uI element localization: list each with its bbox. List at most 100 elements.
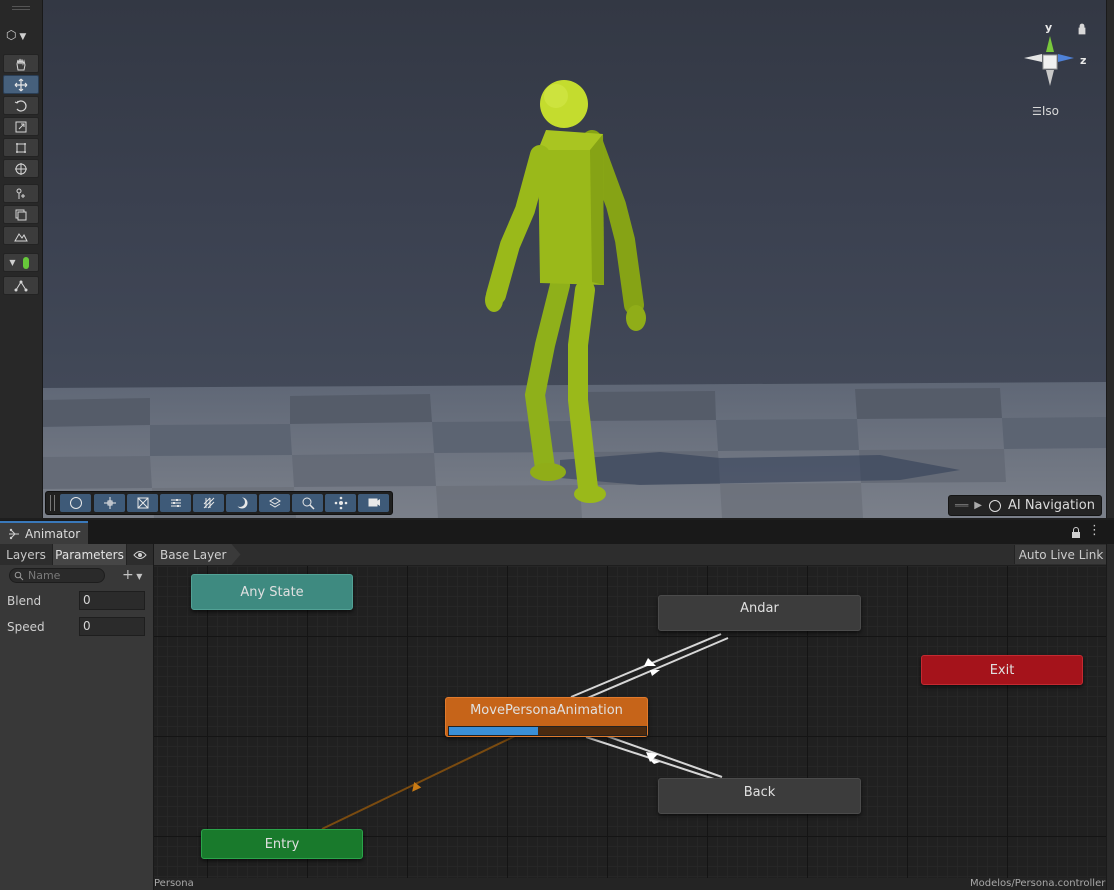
rect-tool-button[interactable] — [3, 138, 39, 157]
move-tool-button[interactable] — [3, 75, 39, 94]
spline-tool-button[interactable] — [3, 276, 39, 295]
drag-handle[interactable]: ══ — [955, 499, 968, 512]
parameter-name: Blend — [7, 594, 42, 608]
chevron-down-icon: ▼ — [9, 258, 16, 267]
neg-x-cone — [1024, 54, 1042, 62]
status-bar — [154, 878, 1106, 890]
compass-icon — [988, 499, 1001, 512]
z-axis-cone — [1058, 54, 1074, 62]
cube-icon: ⬡ — [6, 28, 17, 42]
collider-tool-button[interactable]: ▼ — [3, 253, 39, 272]
parameter-row: Blend 0 — [0, 588, 153, 614]
scene-tool-palette: ⬡ ▼ ▼ — [0, 0, 43, 518]
state-machine-graph[interactable]: Any State Andar Exit MovePersonaAnimatio… — [154, 566, 1106, 878]
camera-overlay-button[interactable] — [358, 494, 389, 512]
params-tab-strip: Layers Parameters — [0, 544, 153, 565]
projection-toggle[interactable]: ☰Iso — [1032, 104, 1059, 118]
parameter-value-field[interactable]: 0 — [79, 617, 145, 636]
state-label: Back — [743, 785, 776, 800]
view-options-dropdown[interactable]: ⬡ ▼ — [6, 28, 26, 42]
transition-line — [589, 729, 723, 778]
component-tool-button[interactable] — [3, 205, 39, 224]
y-axis-label: y — [1045, 21, 1052, 34]
rect-transform-icon — [16, 142, 26, 153]
moon-icon — [234, 497, 247, 509]
neg-y-cone — [1046, 70, 1054, 86]
state-any-state[interactable]: Any State — [191, 574, 353, 610]
tab-animator[interactable]: Animator — [0, 521, 88, 544]
projection-label: Iso — [1041, 104, 1060, 118]
graph-header-bar — [154, 544, 1106, 566]
custom-tool-button[interactable] — [3, 184, 39, 203]
obstacle-icon — [137, 497, 148, 509]
animator-icon — [9, 528, 19, 539]
chevron-down-icon: ▼ — [133, 572, 143, 581]
lock-icon — [1078, 23, 1086, 35]
auto-live-link-label: Auto Live Link — [1018, 547, 1104, 562]
transform-tool-button[interactable] — [3, 159, 39, 178]
state-progress-fill — [449, 727, 538, 735]
search-overlay-button[interactable] — [292, 494, 323, 512]
state-entry[interactable]: Entry — [201, 829, 363, 859]
move-icon — [103, 497, 116, 509]
tab-layers[interactable]: Layers — [0, 544, 53, 565]
ai-navigation-overlay[interactable]: ══ ▶ AI Navigation — [948, 495, 1102, 516]
state-label: Entry — [264, 836, 300, 852]
move-overlay-button[interactable] — [94, 494, 125, 512]
expand-arrow-icon[interactable]: ▶ — [974, 500, 982, 511]
breadcrumb-label: Base Layer — [160, 547, 227, 562]
entry-transition-line — [321, 735, 516, 830]
transform-icon — [15, 162, 27, 175]
parameter-value-field[interactable]: 0 — [79, 591, 145, 610]
state-andar[interactable]: Andar — [658, 595, 861, 631]
state-label: Any State — [240, 584, 304, 600]
auto-live-link-button[interactable]: Auto Live Link — [1014, 545, 1107, 564]
rotate-tool-button[interactable] — [3, 96, 39, 115]
state-back[interactable]: Back — [658, 778, 861, 814]
state-exit[interactable]: Exit — [921, 655, 1083, 685]
search-icon — [302, 497, 315, 510]
hand-tool-button[interactable] — [3, 54, 39, 73]
mountain-icon — [14, 232, 28, 241]
terrain-tool-button[interactable] — [3, 226, 39, 245]
breadcrumb[interactable]: Base Layer — [154, 544, 241, 565]
panel-tools: ⋮ — [1066, 523, 1106, 541]
z-axis-label: z — [1080, 54, 1086, 67]
eye-icon — [133, 550, 147, 559]
navigation-overlay-button[interactable] — [60, 494, 91, 512]
tab-parameters-label: Parameters — [55, 547, 124, 562]
state-label: Andar — [740, 601, 779, 616]
lighting-overlay-button[interactable] — [226, 494, 257, 512]
state-label: Exit — [989, 662, 1015, 678]
nodes-icon — [334, 496, 347, 510]
search-icon — [14, 571, 24, 581]
spline-icon — [14, 280, 28, 291]
lock-icon[interactable] — [1070, 527, 1082, 539]
add-parameter-button[interactable]: + ▼ — [122, 567, 142, 583]
state-label: MovePersonaAnimation — [470, 703, 623, 718]
camera-icon — [368, 498, 380, 507]
tab-parameters[interactable]: Parameters — [53, 544, 127, 565]
scene-view[interactable]: ⬡ ▼ ▼ y z ☰Iso ══ ▶ AI Navigation — [0, 0, 1114, 518]
scene-overlay-toolbar — [45, 491, 393, 515]
layers-overlay-button[interactable] — [259, 494, 290, 512]
drag-handle[interactable] — [50, 495, 55, 511]
settings-overlay-button[interactable] — [160, 494, 191, 512]
sliders-icon — [170, 499, 181, 507]
scale-tool-button[interactable] — [3, 117, 39, 136]
visibility-toggle[interactable] — [127, 544, 153, 565]
state-current[interactable]: MovePersonaAnimation — [445, 697, 648, 737]
obstacle-overlay-button[interactable] — [127, 494, 158, 512]
grid-overlay-button[interactable] — [193, 494, 224, 512]
menu-icon: ☰ — [1032, 105, 1042, 118]
compass-icon — [69, 497, 82, 509]
scene-render[interactable] — [0, 0, 1114, 518]
parameter-row: Speed 0 — [0, 614, 153, 640]
animator-right-edge — [1106, 544, 1114, 890]
drag-handle[interactable] — [12, 6, 30, 10]
state-progress-track — [448, 726, 647, 736]
agent-overlay-button[interactable] — [325, 494, 356, 512]
animator-tab-label: Animator — [25, 526, 81, 541]
y-axis-cone — [1046, 36, 1054, 52]
more-options-icon[interactable]: ⋮ — [1088, 523, 1101, 538]
